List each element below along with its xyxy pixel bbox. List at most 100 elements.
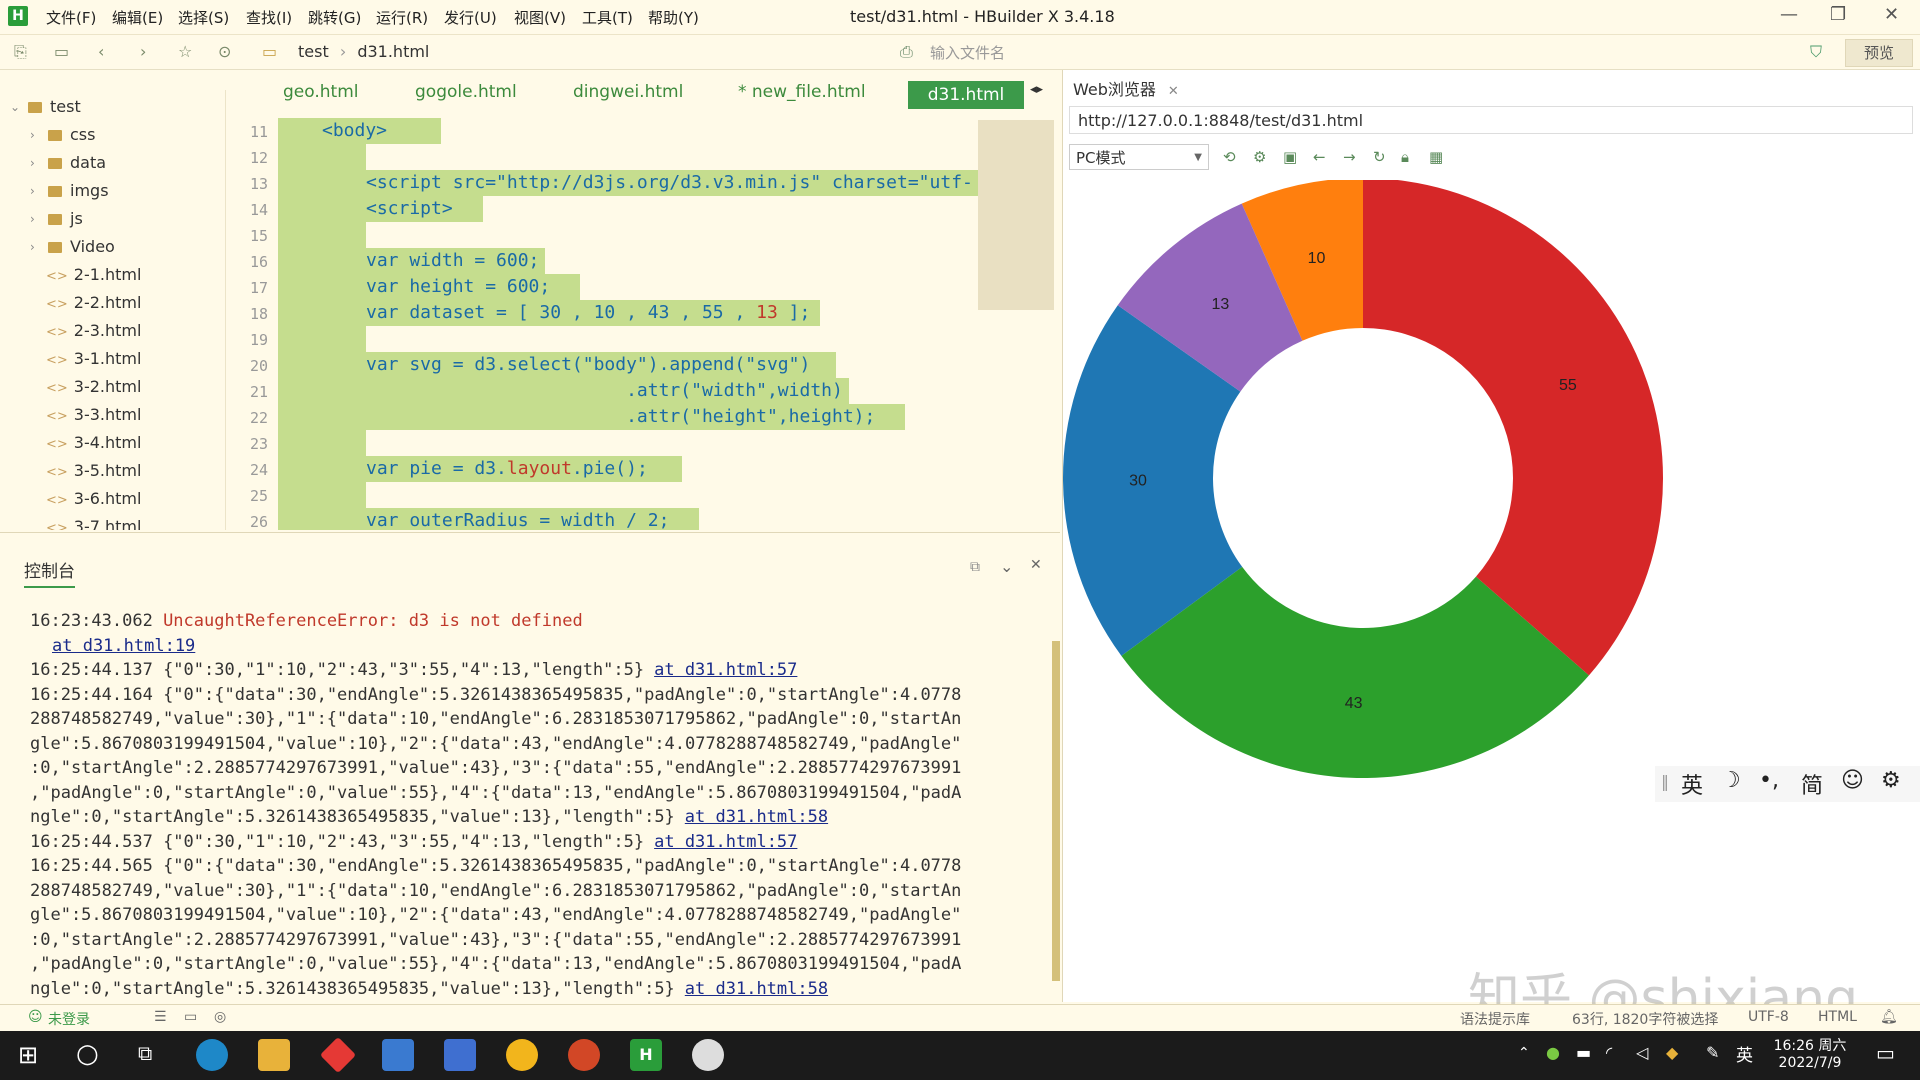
encoding[interactable]: UTF-8 <box>1748 1009 1789 1025</box>
tray-app2-icon[interactable]: ◆ <box>1666 1043 1678 1062</box>
pen-icon[interactable]: ✎ <box>1706 1043 1719 1062</box>
tree-file[interactable]: <> 2-1.html <box>46 262 141 288</box>
app-avatar-icon[interactable] <box>692 1039 724 1071</box>
tray-app-icon[interactable]: ● <box>1546 1043 1560 1062</box>
tree-file[interactable]: <> 3-4.html <box>46 430 141 456</box>
hbuilder-taskbar-icon[interactable]: H <box>630 1039 662 1071</box>
screenshot-icon[interactable]: ▣ <box>1283 148 1297 166</box>
mode-select[interactable]: PC模式 ▼ <box>1069 144 1209 170</box>
menu-find[interactable]: 查找(I) <box>246 7 292 28</box>
menu-view[interactable]: 视图(V) <box>514 7 566 28</box>
globe-icon[interactable]: ◎ <box>214 1009 226 1025</box>
tree-folder[interactable]: › js <box>0 206 83 232</box>
console-source-link[interactable]: at d31.html:58 <box>685 979 828 999</box>
tree-file[interactable]: <> 2-2.html <box>46 290 141 316</box>
app-bird-icon[interactable] <box>444 1039 476 1071</box>
back-icon[interactable]: ‹ <box>98 42 104 61</box>
tab-d31-active[interactable]: d31.html <box>908 81 1024 109</box>
moon-icon[interactable]: ☽ <box>1721 768 1741 793</box>
lock-icon[interactable]: 🔒︎ <box>1401 148 1409 166</box>
minimize-icon[interactable]: — <box>1780 4 1798 25</box>
code-editor[interactable]: 11 12 13 14 15 16 17 18 19 20 21 22 23 2… <box>226 118 1060 530</box>
app-folder-icon[interactable] <box>382 1039 414 1071</box>
tree-folder[interactable]: › imgs <box>0 178 109 204</box>
tree-folder[interactable]: › data <box>0 150 106 176</box>
file-explorer-icon[interactable] <box>258 1039 290 1071</box>
cursor-position[interactable]: 63行, 1820字符被选择 <box>1572 1009 1718 1029</box>
preview-button[interactable]: 预览 <box>1845 39 1913 67</box>
emoji-icon[interactable]: ☺ <box>1841 768 1864 793</box>
menu-help[interactable]: 帮助(Y) <box>648 7 699 28</box>
qrcode-icon[interactable]: ▦ <box>1429 148 1443 166</box>
punctuation-icon[interactable]: •, <box>1759 768 1779 793</box>
console-source-link[interactable]: at d31.html:57 <box>654 660 797 680</box>
tab-scroll-arrows-icon[interactable]: ◂▸ <box>1030 82 1043 97</box>
bell-icon[interactable]: 🔔︎ <box>1880 1009 1898 1025</box>
settings-icon[interactable]: ⚙ <box>1881 768 1901 793</box>
language-mode[interactable]: HTML <box>1818 1009 1857 1025</box>
tab-gogole[interactable]: gogole.html <box>415 82 517 102</box>
clock-time[interactable]: 16:26 周六 <box>1770 1035 1850 1055</box>
close-tab-icon[interactable]: ✕ <box>1168 84 1179 99</box>
wifi-icon[interactable]: ◜ <box>1606 1043 1612 1062</box>
chrome-icon[interactable] <box>506 1039 538 1071</box>
breadcrumb-file[interactable]: d31.html <box>357 42 429 61</box>
git-icon[interactable] <box>319 1036 357 1074</box>
taskbar-ime[interactable]: 英 <box>1736 1041 1753 1066</box>
tree-file[interactable]: <> 3-2.html <box>46 374 141 400</box>
battery-icon[interactable]: ▬ <box>1576 1043 1591 1062</box>
task-view-icon[interactable]: ⧉ <box>138 1041 152 1065</box>
console-source-link[interactable]: at d31.html:57 <box>654 832 797 852</box>
tab-geo[interactable]: geo.html <box>283 82 358 102</box>
tree-folder[interactable]: › css <box>0 122 95 148</box>
save-icon[interactable]: ▭ <box>54 42 69 61</box>
windows-start-icon[interactable]: ⊞ <box>18 1041 38 1069</box>
new-file-icon[interactable]: ⎘ <box>14 42 27 62</box>
syntax-hint[interactable]: 语法提示库 <box>1460 1009 1530 1029</box>
maximize-icon[interactable]: ❐ <box>1830 4 1846 25</box>
url-input[interactable]: http://127.0.0.1:8848/test/d31.html <box>1069 106 1913 134</box>
clear-console-icon[interactable]: ✕ <box>1030 557 1042 573</box>
tab-web-browser[interactable]: Web浏览器 ✕ <box>1073 76 1179 100</box>
forward-icon[interactable]: → <box>1343 148 1356 166</box>
tree-file[interactable]: <> 2-3.html <box>46 318 141 344</box>
menu-run[interactable]: 运行(R) <box>376 7 428 28</box>
tree-folder[interactable]: › Video <box>0 234 115 260</box>
refresh-icon[interactable]: ↻ <box>1373 148 1386 166</box>
menu-select[interactable]: 选择(S) <box>178 7 229 28</box>
tree-file[interactable]: <> 3-5.html <box>46 458 141 484</box>
clock-date[interactable]: 2022/7/9 <box>1770 1055 1850 1071</box>
menu-edit[interactable]: 编辑(E) <box>112 7 163 28</box>
window-icon[interactable]: ▭ <box>184 1009 197 1025</box>
powerpoint-icon[interactable] <box>568 1039 600 1071</box>
ime-lang[interactable]: 英 <box>1681 768 1703 800</box>
ime-simplified[interactable]: 简 <box>1801 768 1823 800</box>
notification-icon[interactable]: ▭ <box>1876 1041 1895 1065</box>
menu-file[interactable]: 文件(F) <box>46 7 96 28</box>
filter-icon[interactable]: ⛉ <box>1810 42 1822 62</box>
tree-file[interactable]: <> 3-1.html <box>46 346 141 372</box>
forward-icon[interactable]: › <box>140 42 146 61</box>
tree-file[interactable]: <> 3-6.html <box>46 486 141 512</box>
tree-file[interactable]: <> 3-7.html <box>46 514 141 530</box>
list-icon[interactable]: ☰ <box>154 1009 167 1025</box>
console-scrollbar[interactable] <box>1052 641 1060 981</box>
file-search-input[interactable]: 输入文件名 <box>930 42 1005 63</box>
favorite-icon[interactable]: ☆ <box>178 42 192 61</box>
chevron-up-icon[interactable]: ⌃ <box>1518 1045 1530 1061</box>
tab-new-file[interactable]: * new_file.html <box>738 82 866 102</box>
volume-icon[interactable]: ◁ <box>1636 1043 1648 1062</box>
code-minimap[interactable] <box>978 120 1054 310</box>
back-icon[interactable]: ← <box>1313 148 1326 166</box>
tab-dingwei[interactable]: dingwei.html <box>573 82 683 102</box>
chevron-down-icon[interactable]: ⌄ <box>1000 557 1013 576</box>
console-source-link[interactable]: at d31.html:58 <box>685 807 828 827</box>
tree-file[interactable]: <> 3-3.html <box>46 402 141 428</box>
close-icon[interactable]: ✕ <box>1884 4 1899 25</box>
search-icon[interactable]: ○ <box>76 1039 99 1069</box>
menu-tools[interactable]: 工具(T) <box>582 7 633 28</box>
run-icon[interactable]: ⊙ <box>218 42 231 61</box>
devtools-icon[interactable]: ⚙ <box>1253 148 1266 166</box>
console-tab[interactable]: 控制台 <box>24 557 75 588</box>
drag-handle-icon[interactable]: ‖ <box>1661 772 1669 791</box>
